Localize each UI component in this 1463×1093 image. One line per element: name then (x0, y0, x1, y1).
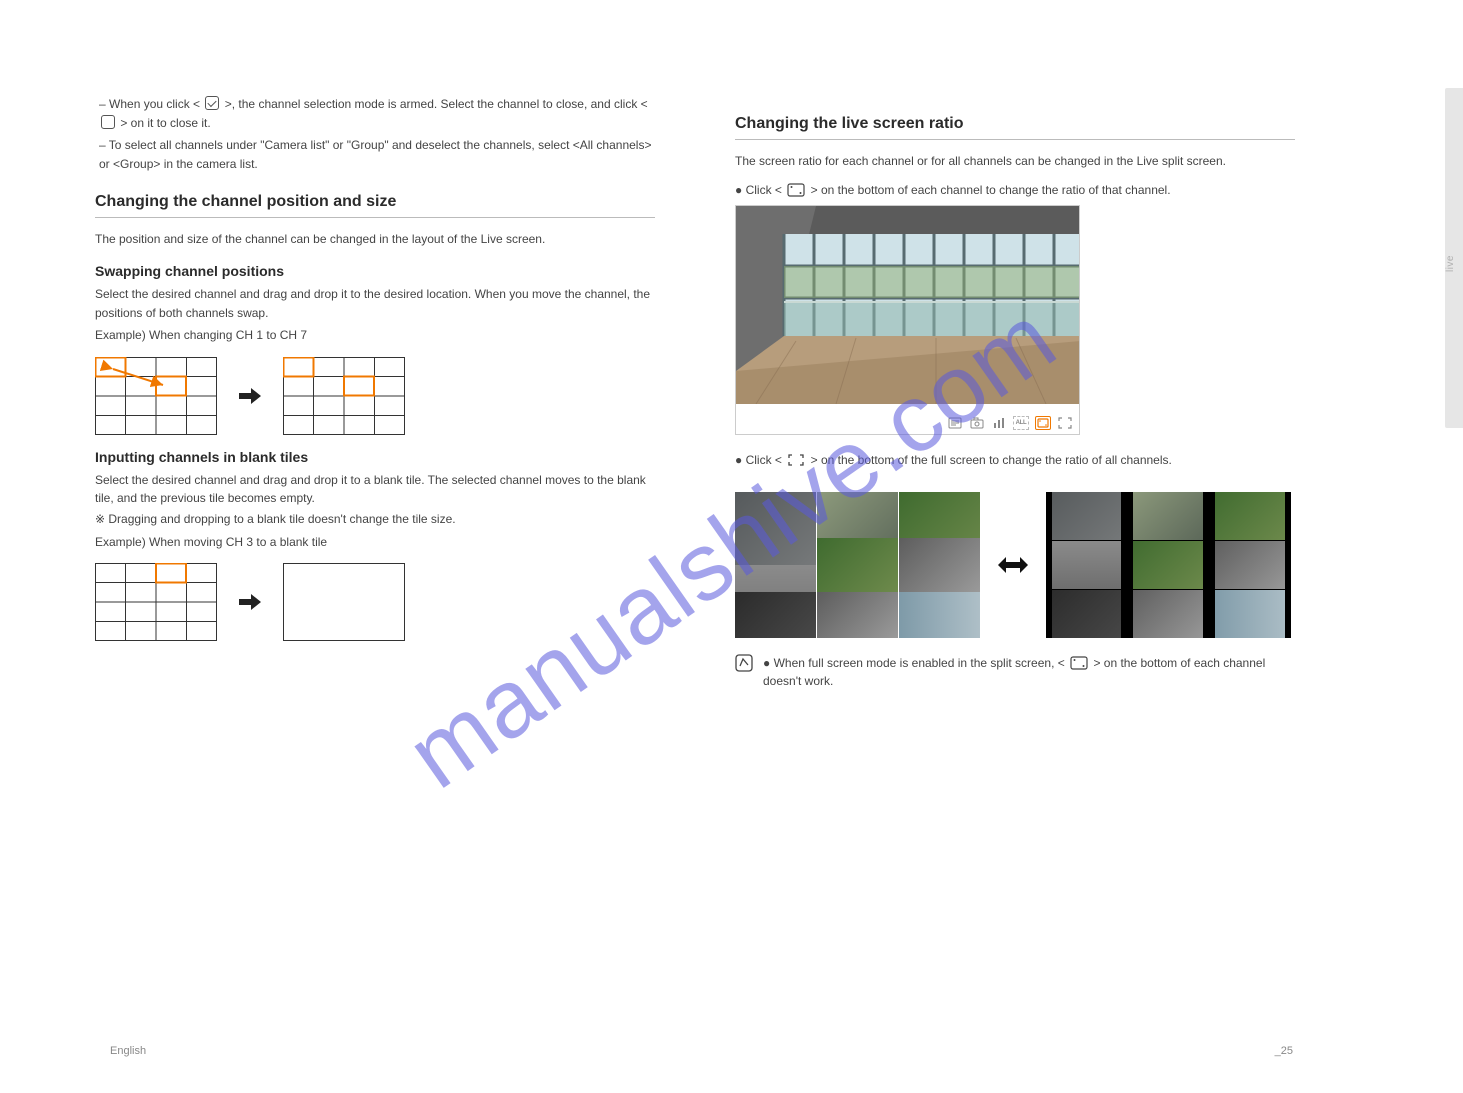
aspect-single-icon (787, 183, 805, 197)
ratio-multi-instruction: ● Click < > on the bottom of the full sc… (735, 451, 1295, 470)
single-channel-scene (736, 206, 1079, 404)
all-icon[interactable]: ALL (1013, 416, 1029, 430)
close-channel-instruction: – When you click < >, the channel select… (99, 95, 655, 132)
swap-desc: Select the desired channel and drag and … (95, 285, 655, 322)
footer-language: English (110, 1045, 146, 1057)
swap-example: Example) When changing CH 1 to CH 7 (95, 326, 655, 345)
channel-toolbar: ALL (947, 416, 1073, 430)
blank-note: ※ Dragging and dropping to a blank tile … (95, 510, 655, 529)
info-icon[interactable] (947, 416, 963, 430)
capture-icon[interactable] (969, 416, 985, 430)
ratio-icon[interactable] (1035, 416, 1051, 430)
arrow-right-icon (239, 388, 261, 404)
left-column: – When you click < >, the channel select… (95, 95, 655, 691)
fullscreen-icon[interactable] (1057, 416, 1073, 430)
select-all-instruction: – To select all channels under "Camera l… (99, 136, 655, 173)
blank-example: Example) When moving CH 3 to a blank til… (95, 533, 655, 552)
footer-page: _25 (1275, 1045, 1293, 1057)
sub-title-swap: Swapping channel positions (95, 263, 655, 279)
section-desc: The position and size of the channel can… (95, 230, 655, 249)
ratio-single-instruction: ● Click < > on the bottom of each channe… (735, 181, 1295, 200)
double-arrow-icon (998, 556, 1028, 574)
aspect-all-icon (787, 453, 805, 467)
blank-after-box (283, 563, 405, 641)
ratio-note: ● When full screen mode is enabled in th… (735, 654, 1295, 691)
swap-diagram (95, 357, 655, 435)
single-channel-preview: ALL (735, 205, 1080, 435)
multi-diagram (735, 492, 1295, 638)
section-title-ratio: Changing the live screen ratio (735, 115, 1295, 140)
section-title-change-position-size: Changing the channel position and size (95, 193, 655, 218)
multi-after (1046, 492, 1291, 638)
unchecked-box-icon (101, 115, 115, 129)
sub-title-blank: Inputting channels in blank tiles (95, 449, 655, 465)
arrow-right-icon (239, 594, 261, 610)
swap-before-grid (95, 357, 217, 435)
ratio-lead: The screen ratio for each channel or for… (735, 152, 1295, 171)
blank-diagram (95, 563, 655, 641)
blank-before-grid (95, 563, 217, 641)
page-footer: English _25 (0, 1045, 1463, 1057)
right-column: Changing the live screen ratio The scree… (735, 95, 1295, 691)
blank-desc: Select the desired channel and drag and … (95, 471, 655, 508)
side-tab: live (1445, 88, 1463, 428)
checked-box-icon (205, 96, 219, 110)
multi-before (735, 492, 980, 638)
swap-after-grid (283, 357, 405, 435)
side-tab-label: live (1445, 255, 1456, 272)
aspect-single-icon (1070, 656, 1088, 670)
note-icon (735, 654, 753, 672)
stats-icon[interactable] (991, 416, 1007, 430)
